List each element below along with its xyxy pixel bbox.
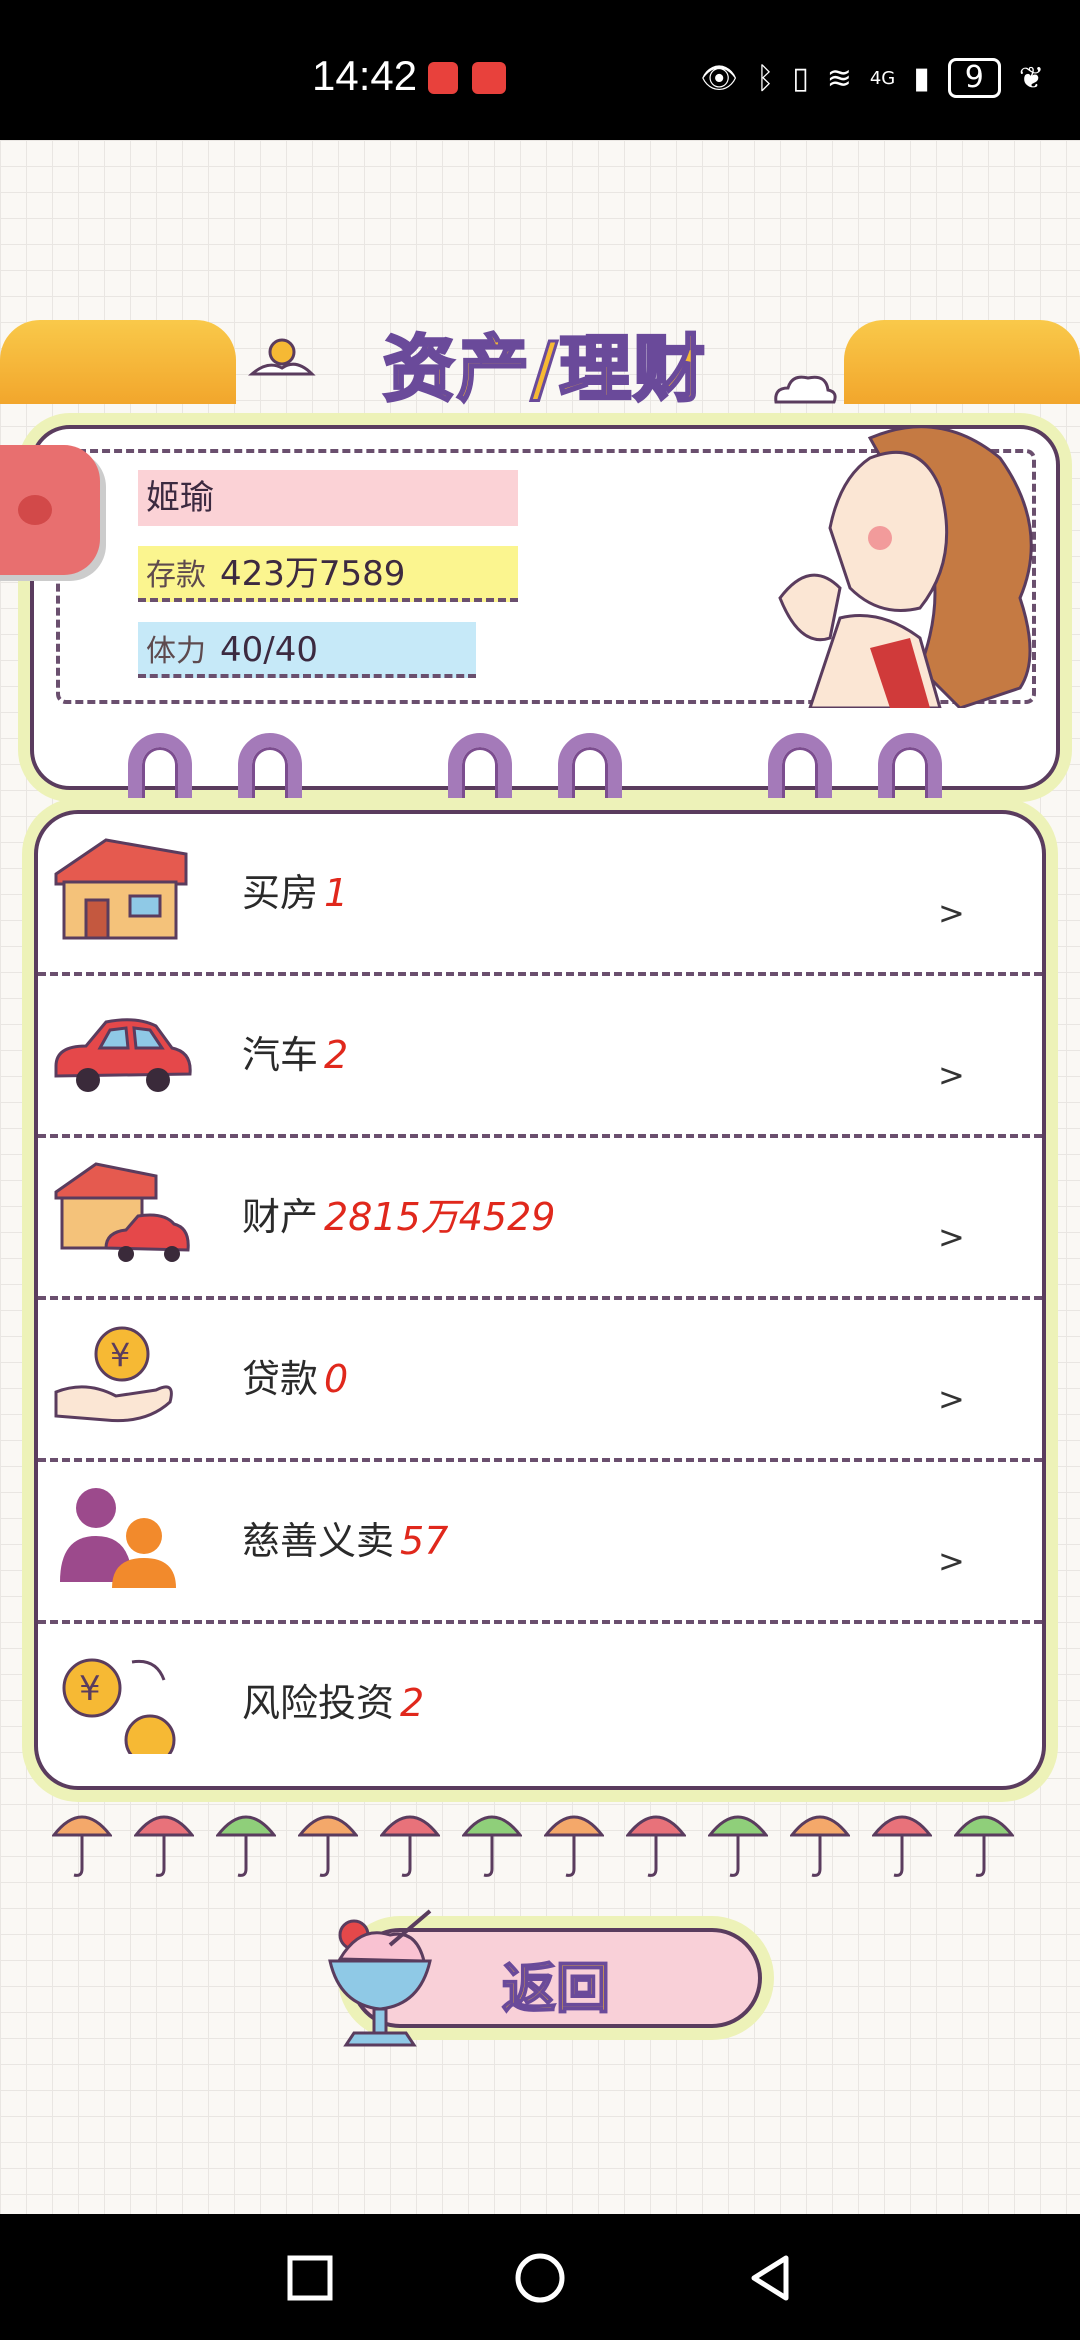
savings-row: 存款 423万7589 bbox=[138, 546, 518, 602]
item-label: 买房 1 bbox=[242, 871, 349, 915]
item-label: 风险投资 2 bbox=[242, 1681, 425, 1725]
chevron-right-icon: > bbox=[938, 894, 965, 932]
wifi-icon: ≋ bbox=[826, 60, 852, 96]
chevron-right-icon: > bbox=[938, 1380, 965, 1418]
savings-label: 存款 bbox=[146, 558, 206, 593]
house-icon bbox=[54, 838, 188, 940]
umbrella-icon bbox=[954, 1815, 1014, 1877]
list-item-loan[interactable]: ¥ 贷款 0 > bbox=[38, 1300, 1042, 1462]
car-icon bbox=[54, 1018, 192, 1092]
flower-border-left bbox=[0, 320, 236, 404]
item-value: 57 bbox=[400, 1519, 449, 1563]
status-icons: 👁 ᛒ ▯ ≋ 4G ▮ 9 ❦ bbox=[700, 58, 1044, 98]
stamina-value: 40/40 bbox=[220, 630, 318, 670]
item-label: 贷款 0 bbox=[242, 1357, 349, 1401]
sundae-icon bbox=[328, 1909, 432, 2047]
chevron-right-icon: > bbox=[938, 1056, 965, 1094]
notification-icon bbox=[428, 62, 458, 94]
item-value: 2 bbox=[324, 1033, 349, 1077]
item-value: 1 bbox=[324, 871, 349, 915]
cloud-icon bbox=[774, 375, 837, 404]
list-item-investment[interactable]: ¥ 风险投资 2 bbox=[38, 1624, 1042, 1786]
chevron-right-icon: > bbox=[938, 1218, 965, 1256]
item-value: 2815万4529 bbox=[324, 1195, 556, 1239]
character-portrait bbox=[778, 425, 1033, 708]
umbrella-icon bbox=[380, 1815, 440, 1877]
page-title: 资产/理财 bbox=[381, 326, 708, 413]
stamina-label: 体力 bbox=[146, 634, 206, 669]
eye-icon: 👁 bbox=[700, 60, 739, 96]
home-icon[interactable] bbox=[512, 2250, 568, 2306]
list-item-car[interactable]: 汽车 2 > bbox=[38, 976, 1042, 1138]
list-item-property[interactable]: 财产 2815万4529 > bbox=[38, 1138, 1042, 1300]
chevron-right-icon: > bbox=[938, 1542, 965, 1580]
savings-value: 423万7589 bbox=[220, 554, 406, 594]
umbrella-icon bbox=[872, 1815, 932, 1877]
system-nav-bar bbox=[0, 2214, 1080, 2340]
umbrella-icon bbox=[462, 1815, 522, 1877]
umbrella-icon bbox=[298, 1815, 358, 1877]
item-label: 慈善义卖 57 bbox=[242, 1519, 449, 1563]
property-icon bbox=[54, 1162, 190, 1262]
signal-label: 4G bbox=[869, 67, 896, 89]
player-name: 姬瑜 bbox=[138, 470, 518, 526]
signal-icon: ▮ bbox=[913, 60, 930, 96]
battery-icon: 9 bbox=[947, 58, 1001, 98]
svg-text:¥: ¥ bbox=[110, 1336, 130, 1374]
umbrella-icon bbox=[134, 1815, 194, 1877]
svg-text:¥: ¥ bbox=[79, 1669, 101, 1709]
umbrella-icon bbox=[52, 1815, 112, 1877]
bluetooth-icon: ᛒ bbox=[756, 60, 775, 96]
umbrella-icon bbox=[790, 1815, 850, 1877]
app-notification-icon bbox=[472, 62, 506, 94]
vibrate-icon: ▯ bbox=[792, 60, 809, 96]
leaf-icon: ❦ bbox=[1018, 60, 1044, 96]
umbrella-icon bbox=[216, 1815, 276, 1877]
umbrella-icon bbox=[708, 1815, 768, 1877]
charity-icon bbox=[60, 1488, 176, 1588]
item-label: 财产 2815万4529 bbox=[242, 1195, 556, 1239]
stamina-row: 体力 40/40 bbox=[138, 622, 476, 678]
investment-icon: ¥ bbox=[62, 1658, 176, 1754]
status-bar: 14:42 👁 ᛒ ▯ ≋ 4G ▮ 9 ❦ bbox=[0, 0, 1080, 140]
sun-icon bbox=[248, 338, 316, 376]
umbrella-icon bbox=[626, 1815, 686, 1877]
list-item-house[interactable]: 买房 1 > bbox=[38, 814, 1042, 976]
umbrella-icon bbox=[544, 1815, 604, 1877]
status-time: 14:42 bbox=[312, 52, 418, 99]
item-value: 0 bbox=[324, 1357, 349, 1401]
flower-border-right bbox=[844, 320, 1080, 404]
list-item-charity[interactable]: 慈善义卖 57 > bbox=[38, 1462, 1042, 1624]
asset-list-card: 买房 1 > 汽车 2 > 财产 2815万4529 > ¥ 贷款 0 > 慈善… bbox=[34, 810, 1046, 1790]
back-nav-icon[interactable] bbox=[742, 2250, 798, 2306]
item-value: 2 bbox=[400, 1681, 425, 1725]
loan-icon: ¥ bbox=[54, 1326, 173, 1423]
item-label: 汽车 2 bbox=[242, 1033, 349, 1077]
recent-apps-icon[interactable] bbox=[282, 2250, 338, 2306]
side-tab-handle[interactable] bbox=[0, 445, 100, 575]
